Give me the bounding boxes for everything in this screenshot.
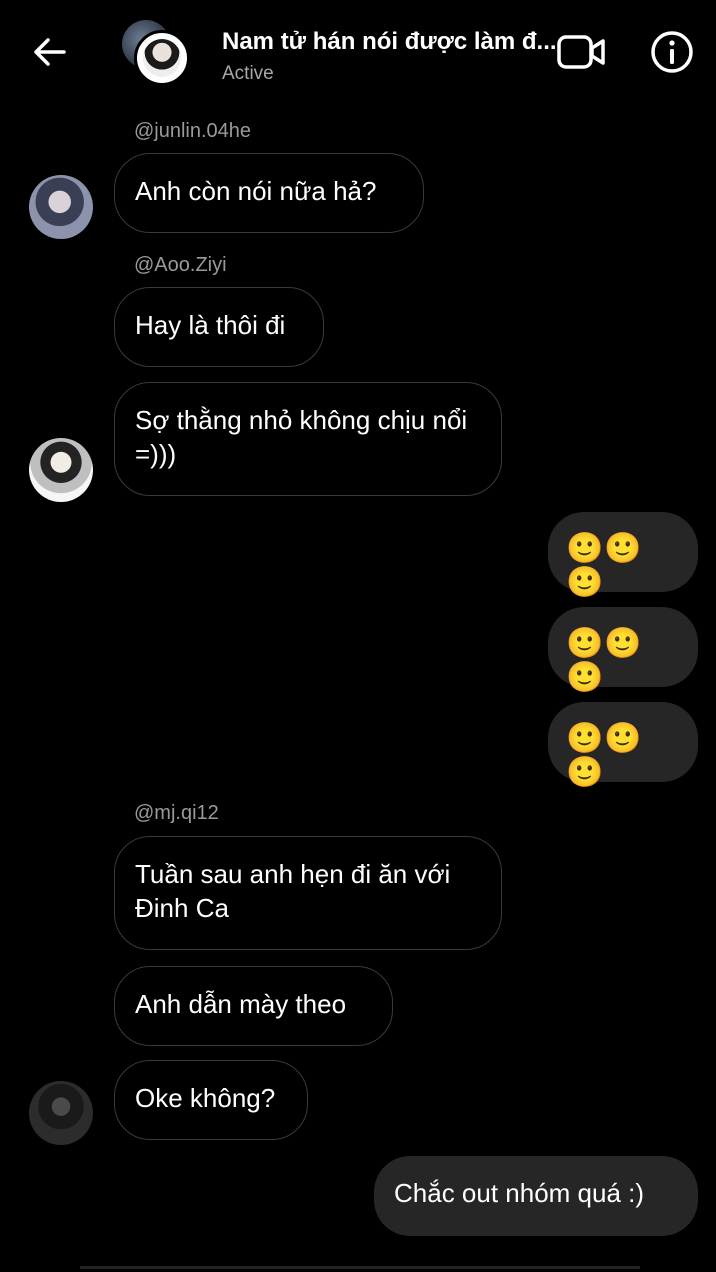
video-call-button[interactable] <box>556 30 608 74</box>
back-button[interactable] <box>28 30 72 74</box>
outgoing-message-bubble[interactable]: 🙂🙂🙂 <box>548 607 698 694</box>
sender-handle: @mj.qi12 <box>134 802 219 824</box>
video-call-icon <box>557 35 605 69</box>
message-bubble[interactable]: Anh còn nói nữa hả? <box>114 153 424 233</box>
message-bubble[interactable]: Anh dẫn mày theo <box>114 966 393 1046</box>
sender-handle: @junlin.04he <box>134 120 252 142</box>
active-status: Active <box>222 63 274 84</box>
group-avatar[interactable] <box>122 20 194 92</box>
group-avatar-front <box>134 30 190 86</box>
divider <box>80 1266 640 1269</box>
sender-avatar[interactable] <box>29 1081 93 1145</box>
info-button[interactable] <box>648 28 696 76</box>
outgoing-message-bubble[interactable]: 🙂🙂🙂 <box>548 512 698 599</box>
outgoing-message-bubble[interactable]: 🙂🙂🙂 <box>548 702 698 789</box>
message-bubble[interactable]: Tuần sau anh hẹn đi ăn với Đinh Ca <box>114 836 502 950</box>
message-bubble[interactable]: Sợ thằng nhỏ không chịu nổi =))) <box>114 382 502 496</box>
message-bubble[interactable]: Hay là thôi đi <box>114 287 324 367</box>
chat-title[interactable]: Nam tử hán nói được làm đ... <box>222 28 558 56</box>
outgoing-message-bubble[interactable]: Chắc out nhóm quá :) <box>374 1156 698 1236</box>
sender-handle: @Aoo.Ziyi <box>134 254 227 276</box>
info-icon <box>651 31 693 73</box>
sender-avatar[interactable] <box>29 438 93 502</box>
message-bubble[interactable]: Oke không? <box>114 1060 308 1140</box>
back-arrow-icon <box>34 38 66 66</box>
sender-avatar[interactable] <box>29 175 93 239</box>
